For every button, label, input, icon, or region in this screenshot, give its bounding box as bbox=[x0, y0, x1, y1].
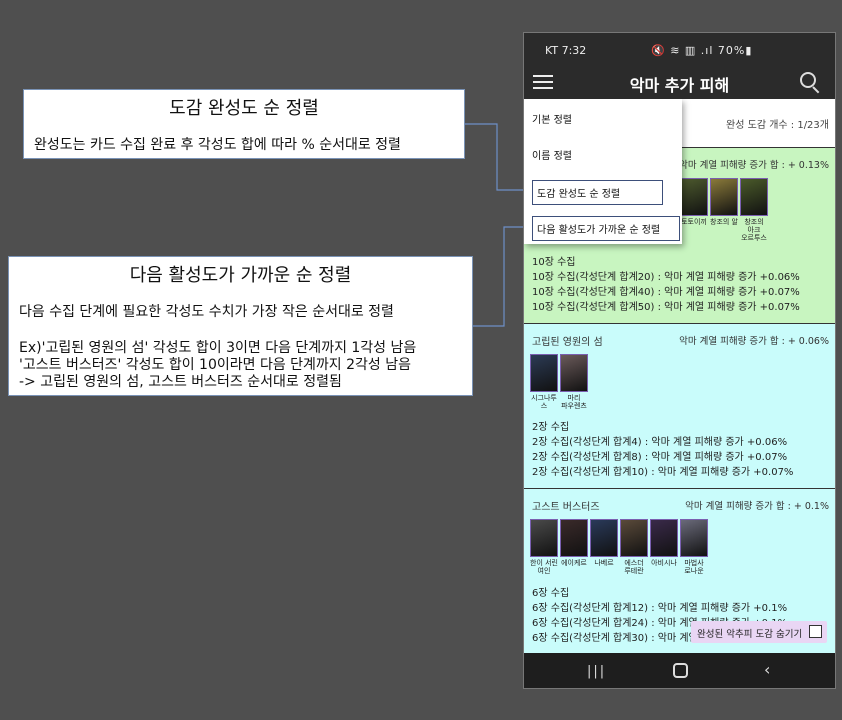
tier-item: 10장 수집(각성단계 합계50) : 악마 계열 피해량 증가 +0.07% bbox=[532, 302, 800, 313]
sort-option-completion[interactable]: 도감 완성도 순 정렬 bbox=[532, 180, 663, 205]
card-portrait bbox=[680, 178, 708, 216]
card-item[interactable]: 에이케르 bbox=[560, 519, 588, 567]
tier-header: 10장 수집 bbox=[532, 257, 576, 268]
page-title: 악마 추가 피해 bbox=[629, 76, 730, 95]
card-name: 시그나투 스 bbox=[531, 394, 557, 410]
card-item[interactable]: 마법사 로나운 bbox=[680, 519, 708, 575]
section-bonus: 악마 계열 피해량 증가 합 : + 0.06% bbox=[679, 336, 829, 347]
card-portrait bbox=[680, 519, 708, 557]
card-portrait bbox=[740, 178, 768, 216]
sort-dropdown-menu: 기본 정렬 이름 정렬 도감 완성도 순 정렬 다음 활성도가 가까운 순 정렬 bbox=[524, 99, 682, 244]
tier-item: 6장 수집(각성단계 합계12) : 악마 계열 피해량 증가 +0.1% bbox=[532, 603, 788, 614]
android-nav-bar: ||| ‹ bbox=[524, 653, 835, 688]
callout-completion-sort: 도감 완성도 순 정렬 완성도는 카드 수집 완료 후 각성도 합에 따라 % … bbox=[23, 89, 465, 159]
callout-example-line: -> 고립된 영원의 섬, 고스트 버스터즈 순서대로 정렬됨 bbox=[19, 374, 342, 390]
tier-item: 10장 수집(각성단계 합계20) : 악마 계열 피해량 증가 +0.06% bbox=[532, 272, 800, 283]
hide-completed-toggle[interactable]: 완성된 악추피 도감 숨기기 bbox=[691, 621, 827, 643]
collection-list[interactable]: 완성 도감 개수 : 1/23개 악마 계열 피해량 증가 합 : + 0.13… bbox=[524, 99, 835, 653]
tier-list: 2장 수집 2장 수집(각성단계 합계4) : 악마 계열 피해량 증가 +0.… bbox=[532, 420, 793, 480]
card-row: 한이 서린 여인 에이케르 나베르 에스더 루테란 아비시나 마법사 로나운 bbox=[530, 519, 710, 575]
tier-item: 10장 수집(각성단계 합계40) : 악마 계열 피해량 증가 +0.07% bbox=[532, 287, 800, 298]
card-item[interactable]: 창조의 아크 오르투스 bbox=[740, 178, 768, 242]
section-name: 고스트 버스터즈 bbox=[532, 502, 600, 513]
section-bonus: 악마 계열 피해량 증가 합 : + 0.1% bbox=[685, 501, 829, 512]
card-name: 마법사 로나운 bbox=[684, 559, 704, 575]
card-item[interactable]: 한이 서린 여인 bbox=[530, 519, 558, 575]
card-name: 에이케르 bbox=[561, 559, 587, 567]
card-portrait bbox=[530, 519, 558, 557]
card-portrait bbox=[620, 519, 648, 557]
card-portrait bbox=[560, 354, 588, 392]
card-name: 에스더 루테란 bbox=[624, 559, 644, 575]
tier-item: 2장 수집(각성단계 합계8) : 악마 계열 피해량 증가 +0.07% bbox=[532, 452, 788, 463]
section-bonus: 악마 계열 피해량 증가 합 : + 0.13% bbox=[679, 160, 829, 171]
card-name: 토토이끼 bbox=[681, 218, 707, 226]
card-item[interactable]: 시그나투 스 bbox=[530, 354, 558, 410]
collection-section[interactable]: 고립된 영원의 섬 악마 계열 피해량 증가 합 : + 0.06% 시그나투 스… bbox=[524, 323, 835, 489]
app-bar: 악마 추가 피해 bbox=[524, 65, 835, 99]
card-item[interactable]: 아비시나 bbox=[650, 519, 678, 567]
callout-title: 다음 활성도가 가까운 순 정렬 bbox=[129, 265, 352, 286]
card-name: 창조의 아크 오르투스 bbox=[741, 218, 767, 242]
callout-description: 완성도는 카드 수집 완료 후 각성도 합에 따라 % 순서대로 정렬 bbox=[34, 137, 401, 153]
status-bar: KT 7:32 🔇 ≋ ▥ .ıl 70%▮ bbox=[524, 33, 835, 65]
sort-option-default[interactable]: 기본 정렬 bbox=[532, 111, 572, 126]
card-name: 아비시나 bbox=[651, 559, 677, 567]
card-portrait bbox=[650, 519, 678, 557]
hide-completed-label: 완성된 악추피 도감 숨기기 bbox=[697, 629, 803, 640]
card-portrait bbox=[530, 354, 558, 392]
home-button[interactable] bbox=[673, 663, 688, 678]
hide-completed-checkbox[interactable] bbox=[809, 625, 822, 638]
tier-header: 6장 수집 bbox=[532, 588, 570, 599]
callout-activation-sort: 다음 활성도가 가까운 순 정렬 다음 수집 단계에 필요한 각성도 수치가 가… bbox=[8, 256, 473, 396]
recent-apps-button[interactable]: ||| bbox=[587, 664, 606, 679]
tier-list: 10장 수집 10장 수집(각성단계 합계20) : 악마 계열 피해량 증가 … bbox=[532, 255, 800, 315]
callout-description: 다음 수집 단계에 필요한 각성도 수치가 가장 작은 순서대로 정렬 bbox=[19, 304, 394, 320]
back-button[interactable]: ‹ bbox=[764, 660, 770, 679]
tier-header: 2장 수집 bbox=[532, 422, 570, 433]
tier-item: 2장 수집(각성단계 합계4) : 악마 계열 피해량 증가 +0.06% bbox=[532, 437, 788, 448]
status-time: KT 7:32 bbox=[545, 44, 587, 57]
sort-option-name[interactable]: 이름 정렬 bbox=[532, 147, 572, 162]
sort-option-next-activation[interactable]: 다음 활성도가 가까운 순 정렬 bbox=[532, 216, 680, 241]
card-name: 한이 서린 여인 bbox=[530, 559, 558, 575]
card-name: 창조의 알 bbox=[710, 218, 738, 226]
card-portrait bbox=[710, 178, 738, 216]
status-icons: 🔇 ≋ ▥ .ıl 70%▮ bbox=[651, 44, 753, 57]
card-portrait bbox=[590, 519, 618, 557]
card-name: 마리 파우렌츠 bbox=[561, 394, 587, 410]
card-item[interactable]: 토토이끼 bbox=[680, 178, 708, 226]
tier-item: 2장 수집(각성단계 합계10) : 악마 계열 피해량 증가 +0.07% bbox=[532, 467, 794, 478]
callout-title: 도감 완성도 순 정렬 bbox=[169, 98, 319, 119]
card-name: 나베르 bbox=[594, 559, 614, 567]
card-item[interactable]: 에스더 루테란 bbox=[620, 519, 648, 575]
phone-screen: KT 7:32 🔇 ≋ ▥ .ıl 70%▮ 악마 추가 피해 완성 도감 개수… bbox=[523, 32, 836, 689]
card-item[interactable]: 마리 파우렌츠 bbox=[560, 354, 588, 410]
card-row: 시그나투 스 마리 파우렌츠 bbox=[530, 354, 590, 410]
card-item[interactable]: 창조의 알 bbox=[710, 178, 738, 226]
card-portrait bbox=[560, 519, 588, 557]
card-item[interactable]: 나베르 bbox=[590, 519, 618, 567]
section-name: 고립된 영원의 섬 bbox=[532, 337, 603, 348]
completion-count: 완성 도감 개수 : 1/23개 bbox=[726, 120, 829, 131]
search-icon[interactable] bbox=[800, 72, 822, 94]
